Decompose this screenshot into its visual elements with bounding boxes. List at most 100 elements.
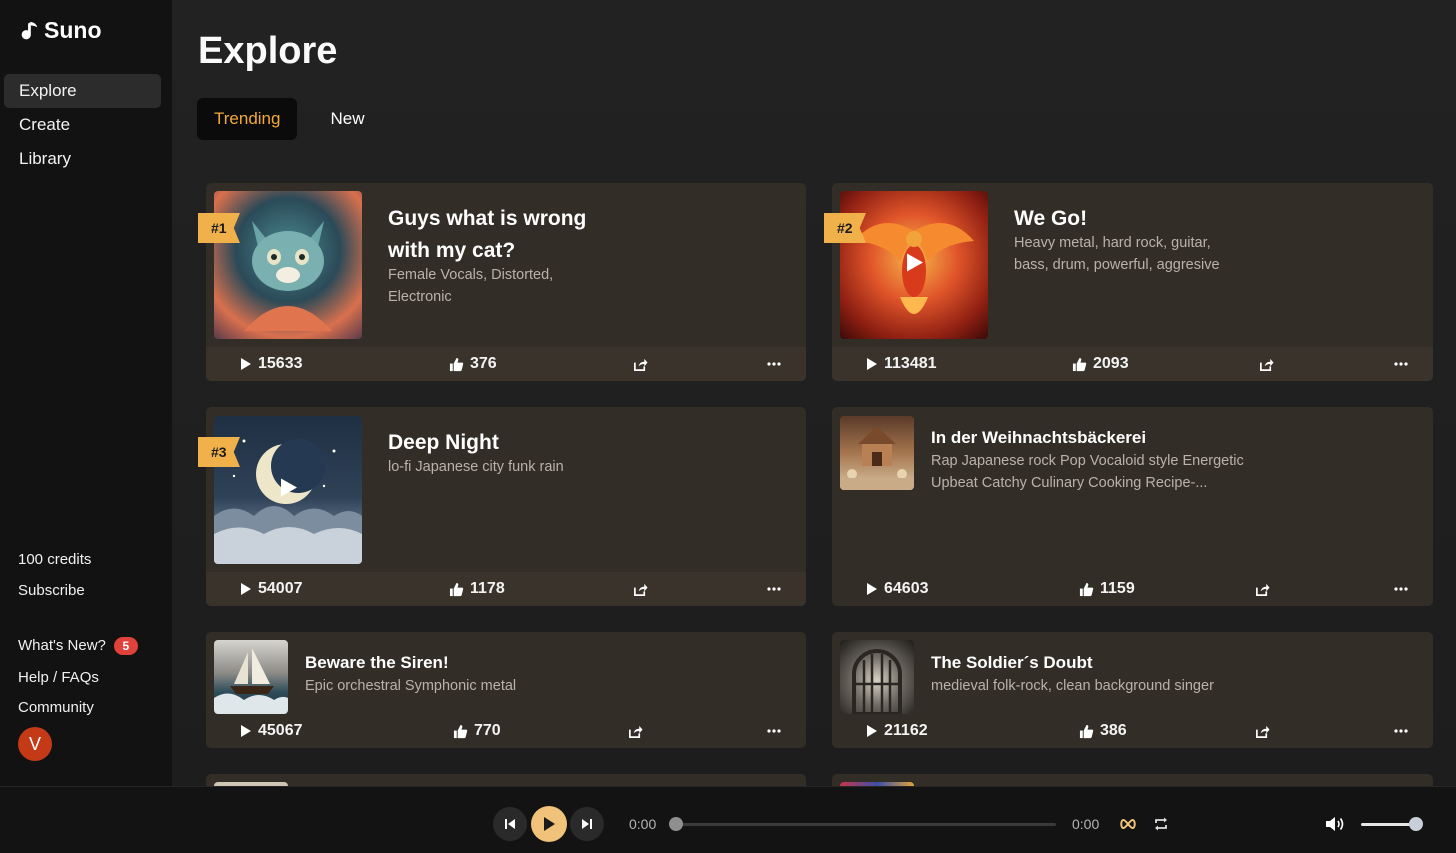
gate-icon xyxy=(852,649,902,714)
more-options-button[interactable] xyxy=(1394,572,1408,606)
song-tags: Female Vocals, Distorted, Electronic xyxy=(388,264,553,308)
song-title[interactable]: In der Weihnachtsbäckerei xyxy=(931,426,1146,450)
play-count-value: 64603 xyxy=(884,580,929,597)
more-options-button[interactable] xyxy=(767,714,781,748)
song-stats-bar: 54007 1178 xyxy=(206,572,806,606)
previous-button[interactable] xyxy=(493,807,527,841)
more-options-button[interactable] xyxy=(767,347,781,381)
song-tags: Heavy metal, hard rock, guitar, bass, dr… xyxy=(1014,232,1220,276)
play-pause-button[interactable] xyxy=(531,806,567,842)
prison-gate-artwork[interactable] xyxy=(840,640,914,714)
song-tags: Rap Japanese rock Pop Vocaloid style Ene… xyxy=(931,450,1244,494)
ship-storm-artwork[interactable] xyxy=(214,640,288,714)
player-bar: 0:00 0:00 xyxy=(0,786,1456,853)
share-button[interactable] xyxy=(1255,714,1270,748)
suno-logo[interactable]: Suno xyxy=(18,17,102,44)
more-icon xyxy=(767,729,781,733)
next-button[interactable] xyxy=(570,807,604,841)
credits-label: 100 credits xyxy=(18,551,92,568)
play-count[interactable]: 64603 xyxy=(866,572,929,606)
song-title[interactable]: Guys what is wrong with my cat? xyxy=(388,203,586,267)
volume-icon xyxy=(1326,817,1344,831)
current-time: 0:00 xyxy=(629,816,657,832)
play-count[interactable]: 45067 xyxy=(240,714,303,748)
loop-infinite-button[interactable] xyxy=(1119,817,1137,835)
song-tags-line: Rap Japanese rock Pop Vocaloid style Ene… xyxy=(931,453,1244,469)
sidebar-item-library[interactable]: Library xyxy=(4,142,161,176)
tab-trending[interactable]: Trending xyxy=(197,98,298,140)
tab-new[interactable]: New xyxy=(313,98,381,140)
song-card[interactable]: Beware the Siren! Epic orchestral Sympho… xyxy=(206,632,806,748)
share-button[interactable] xyxy=(633,347,648,381)
bakery-artwork[interactable] xyxy=(840,416,914,490)
song-card[interactable]: In der Weihnachtsbäckerei Rap Japanese r… xyxy=(832,407,1433,606)
play-count[interactable]: 21162 xyxy=(866,714,928,748)
like-count[interactable]: 1178 xyxy=(449,572,505,606)
repeat-button[interactable] xyxy=(1154,817,1168,836)
play-icon xyxy=(907,253,923,272)
avatar[interactable]: V xyxy=(18,727,52,761)
song-stats-bar: 21162 386 xyxy=(832,714,1433,748)
song-title[interactable]: Beware the Siren! xyxy=(305,651,449,675)
volume-button[interactable] xyxy=(1325,816,1345,837)
rank-badge: #3 xyxy=(198,437,240,467)
song-stats-bar: 45067 770 xyxy=(206,714,806,748)
volume-handle[interactable] xyxy=(1409,817,1423,831)
more-options-button[interactable] xyxy=(1394,347,1408,381)
progress-track[interactable] xyxy=(676,823,1056,826)
like-count-value: 1178 xyxy=(470,580,505,597)
share-icon xyxy=(634,358,648,371)
play-count[interactable]: 15633 xyxy=(240,347,303,381)
more-options-button[interactable] xyxy=(1394,714,1408,748)
song-card[interactable]: The Soldier´s Doubt medieval folk-rock, … xyxy=(832,632,1433,748)
song-title[interactable]: The Soldier´s Doubt xyxy=(931,651,1093,675)
song-stats-bar: 113481 2093 xyxy=(832,347,1433,381)
song-card[interactable]: #3 Deep Night lo-fi Japanese city funk r… xyxy=(198,407,806,606)
play-count-value: 54007 xyxy=(258,580,303,597)
skip-back-icon xyxy=(505,819,515,829)
song-card[interactable] xyxy=(206,774,806,786)
community-link[interactable]: Community xyxy=(18,699,94,716)
help-faqs-link[interactable]: Help / FAQs xyxy=(18,669,99,686)
share-button[interactable] xyxy=(1255,572,1270,606)
thumbs-up-icon xyxy=(1079,724,1094,738)
like-count[interactable]: 2093 xyxy=(1072,347,1129,381)
rank-badge: #1 xyxy=(198,213,240,243)
more-options-button[interactable] xyxy=(767,572,781,606)
share-button[interactable] xyxy=(1259,347,1274,381)
like-count[interactable]: 386 xyxy=(1079,714,1127,748)
song-card[interactable]: #1 Guys what is wrong with my cat? Femal… xyxy=(198,183,806,381)
like-count-value: 1159 xyxy=(1100,580,1135,597)
play-icon xyxy=(281,478,297,497)
sidebar-item-explore[interactable]: Explore xyxy=(4,74,161,108)
sidebar-item-create[interactable]: Create xyxy=(4,108,161,142)
progress-handle[interactable] xyxy=(669,817,683,831)
share-icon xyxy=(1256,725,1270,738)
suno-logo-icon xyxy=(21,21,38,39)
play-overlay[interactable] xyxy=(277,477,299,504)
song-tags-line: Upbeat Catchy Culinary Cooking Recipe-..… xyxy=(931,475,1208,491)
sidebar: Suno Explore Create Library 100 credits … xyxy=(0,0,172,786)
share-button[interactable] xyxy=(633,572,648,606)
play-count[interactable]: 113481 xyxy=(866,347,937,381)
play-count-value: 113481 xyxy=(884,355,937,372)
share-icon xyxy=(1260,358,1274,371)
whats-new-link[interactable]: What's New? 5 xyxy=(18,637,138,656)
play-icon xyxy=(867,725,877,737)
like-count[interactable]: 376 xyxy=(449,347,497,381)
song-card[interactable] xyxy=(832,774,1433,786)
song-title[interactable]: We Go! xyxy=(1014,203,1087,235)
song-stats-bar: 64603 1159 xyxy=(832,572,1433,606)
play-overlay[interactable] xyxy=(903,252,925,279)
skip-forward-icon xyxy=(582,819,592,829)
song-card[interactable]: #2 We Go! Heavy metal, hard rock, guitar… xyxy=(824,183,1433,381)
thumbs-up-icon xyxy=(453,724,468,738)
share-button[interactable] xyxy=(628,714,643,748)
subscribe-link[interactable]: Subscribe xyxy=(18,582,85,599)
share-icon xyxy=(634,583,648,596)
like-count[interactable]: 770 xyxy=(453,714,501,748)
main-content: Explore Trending New #1 Guys what is wro… xyxy=(172,0,1456,786)
song-title[interactable]: Deep Night xyxy=(388,427,499,459)
like-count[interactable]: 1159 xyxy=(1079,572,1135,606)
play-count[interactable]: 54007 xyxy=(240,572,303,606)
